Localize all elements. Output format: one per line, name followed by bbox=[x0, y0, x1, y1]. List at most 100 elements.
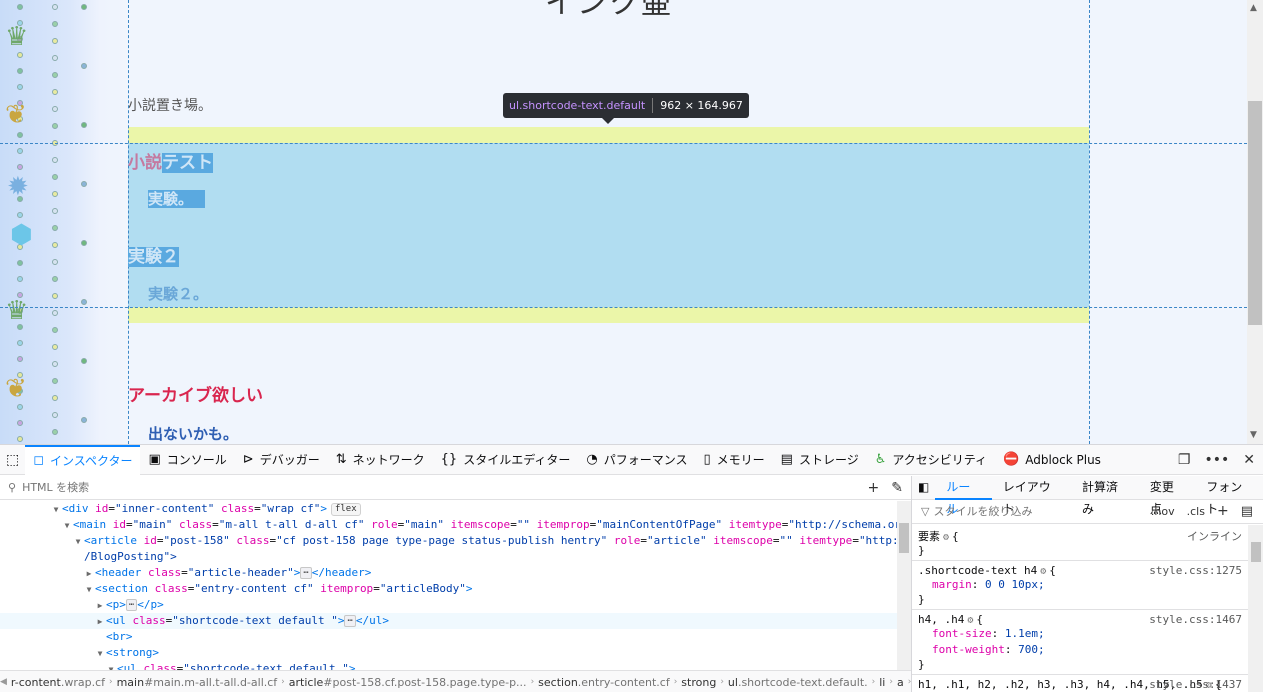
twisty-icon[interactable]: ▼ bbox=[61, 518, 73, 534]
twisty-icon[interactable]: ▼ bbox=[94, 646, 106, 662]
sidebar-tab[interactable]: フォント bbox=[1195, 476, 1263, 516]
markup-node[interactable]: /BlogPosting"> bbox=[0, 549, 897, 565]
tab-storage[interactable]: ▤ ストレージ bbox=[773, 445, 867, 475]
twisty-icon[interactable]: ▶ bbox=[83, 566, 95, 582]
tab-debugger[interactable]: ⊳ デバッガー bbox=[235, 445, 328, 475]
sidebar-tab[interactable]: レイアウト bbox=[992, 476, 1071, 516]
tab-inspector[interactable]: ◻ インスペクター bbox=[25, 444, 141, 475]
style-filter-input[interactable] bbox=[933, 505, 1134, 518]
markup-node[interactable]: ▼ <main id="main" class="m-all t-all d-al… bbox=[0, 517, 897, 533]
bead-decoration bbox=[52, 361, 58, 367]
css-declaration[interactable]: font-weight: 700; bbox=[918, 642, 1242, 658]
tab-style-editor[interactable]: {} スタイルエディター bbox=[433, 445, 579, 475]
scroll-down-icon[interactable]: ▼ bbox=[1250, 430, 1257, 440]
hov-toggle[interactable]: :hov bbox=[1151, 505, 1175, 518]
attr-value: "wrap cf" bbox=[260, 502, 321, 515]
scroll-up-icon[interactable]: ▲ bbox=[1250, 3, 1257, 13]
markup-node[interactable]: ▼ <section class="entry-content cf" itemp… bbox=[0, 581, 897, 597]
add-rule-icon[interactable]: + bbox=[1217, 503, 1229, 519]
highlight-selector-icon[interactable]: ⚙ bbox=[1040, 566, 1046, 577]
markup-node[interactable]: ▼ <strong> bbox=[0, 645, 897, 661]
twisty-icon[interactable]: ▼ bbox=[83, 582, 95, 598]
markup-node[interactable]: ▶ <p> ⋯ </p> bbox=[0, 597, 897, 613]
dock-icon[interactable]: ❐ bbox=[1178, 452, 1191, 468]
inspector-tooltip: ul.shortcode-text.default 962 × 164.967 bbox=[503, 93, 749, 118]
attr-name: class bbox=[132, 614, 166, 627]
css-declaration[interactable]: margin: 0 0 10px; bbox=[918, 577, 1242, 593]
tab-adblock[interactable]: ⛔ Adblock Plus bbox=[995, 445, 1109, 475]
sidebar-tab[interactable]: 計算済み bbox=[1071, 476, 1139, 516]
page-scrollbar[interactable]: ▲ ▼ bbox=[1247, 0, 1263, 444]
attr-name: itemscope bbox=[713, 534, 773, 547]
breadcrumb-item[interactable]: main#main.m-all.t-all.d-all.cf bbox=[113, 676, 282, 689]
markup-node[interactable]: ▶ <ul class="shortcode-text default "> ⋯ </… bbox=[0, 613, 897, 629]
rule-source[interactable]: インライン bbox=[1187, 528, 1242, 544]
rule-source[interactable]: style.css:1467 bbox=[1149, 613, 1242, 626]
breadcrumb-item[interactable]: section.entry-content.cf bbox=[534, 676, 674, 689]
page-scrollbar-thumb[interactable] bbox=[1248, 101, 1262, 325]
twisty-icon[interactable]: ▶ bbox=[94, 598, 106, 614]
highlight-selector-icon[interactable]: ⚙ bbox=[943, 532, 949, 543]
sidebar-tab[interactable]: 変更点 bbox=[1139, 476, 1195, 516]
markup-node[interactable]: <br> bbox=[0, 629, 897, 645]
rule-source[interactable]: style.css:1437 bbox=[1149, 678, 1242, 691]
item-title[interactable]: アーカイブ欲しい bbox=[128, 381, 263, 406]
breadcrumb-item[interactable]: article#post-158.cf.post-158.page.type-p… bbox=[285, 676, 531, 689]
highlight-selector-icon[interactable]: ⚙ bbox=[967, 615, 973, 626]
css-declaration[interactable]: font-size: 1.1em; bbox=[918, 626, 1242, 642]
html-search-input[interactable] bbox=[22, 481, 723, 494]
eyedropper-icon[interactable]: ✎ bbox=[891, 480, 903, 496]
tab-memory[interactable]: ▯ メモリー bbox=[695, 445, 772, 475]
toggle-sidebar-icon[interactable]: ◧ bbox=[912, 476, 935, 500]
breadcrumb-item[interactable]: r-content.wrap.cf bbox=[7, 676, 109, 689]
tab-label: パフォーマンス bbox=[603, 453, 688, 467]
breadcrumb-item[interactable]: li bbox=[875, 676, 889, 689]
attr-name: class bbox=[154, 582, 188, 595]
tab-performance[interactable]: ◔ パフォーマンス bbox=[578, 445, 695, 475]
guide-line-right bbox=[1089, 0, 1090, 444]
markup-node[interactable]: ▼ <article id="post-158" class="cf post-1… bbox=[0, 533, 897, 549]
add-node-icon[interactable]: + bbox=[868, 480, 880, 496]
rule-source[interactable]: style.css:1275 bbox=[1149, 564, 1242, 577]
css-rule[interactable]: .shortcode-text h4 ⚙{style.css:1275 margin… bbox=[912, 561, 1248, 610]
sidebar-tab[interactable]: ルール bbox=[935, 476, 992, 516]
tag-end: </p> bbox=[137, 598, 164, 611]
bead-decoration bbox=[81, 63, 87, 69]
collapsed-children-button[interactable]: ⋯ bbox=[344, 615, 356, 627]
collapsed-children-button[interactable]: ⋯ bbox=[125, 599, 138, 611]
collapsed-children-button[interactable]: ⋯ bbox=[300, 567, 312, 579]
markup-node[interactable]: ▼ <div id="inner-content" class="wrap cf"… bbox=[0, 501, 897, 517]
markup-scrollbar[interactable] bbox=[897, 501, 911, 671]
tab-accessibility[interactable]: ♿ アクセシビリティ bbox=[867, 445, 995, 475]
breadcrumb-tag: section bbox=[538, 675, 578, 689]
markup-scrollbar-thumb[interactable] bbox=[899, 523, 909, 553]
highlight-padding-top bbox=[128, 127, 1089, 143]
breadcrumb-item[interactable]: strong bbox=[677, 676, 720, 689]
twisty-icon[interactable]: ▶ bbox=[94, 614, 106, 630]
rules-scrollbar[interactable] bbox=[1248, 525, 1263, 692]
twisty-icon[interactable]: ▼ bbox=[50, 502, 62, 518]
css-rule[interactable]: 要素 ⚙{インライン} bbox=[912, 525, 1248, 561]
attr-name: role bbox=[613, 534, 641, 547]
breadcrumb-scroll-left-icon[interactable]: ◀ bbox=[0, 677, 7, 687]
flex-badge[interactable]: flex bbox=[330, 502, 361, 516]
breadcrumb-item[interactable]: a bbox=[893, 676, 908, 689]
item-title[interactable]: 小説テスト bbox=[128, 148, 213, 173]
breadcrumb-item[interactable]: ul.shortcode-text.default. bbox=[724, 676, 872, 689]
close-icon[interactable]: ✕ bbox=[1243, 452, 1255, 468]
tag-open: <p bbox=[106, 598, 120, 611]
twisty-icon[interactable]: ▼ bbox=[72, 534, 84, 550]
intro-text: 小説置き場。 bbox=[128, 98, 212, 114]
property-name: font-size bbox=[932, 627, 992, 640]
rules-scrollbar-thumb[interactable] bbox=[1251, 542, 1261, 562]
cls-toggle[interactable]: .cls bbox=[1187, 505, 1205, 518]
more-options-icon[interactable]: ••• bbox=[1204, 452, 1229, 468]
print-icon[interactable]: ▤ bbox=[1241, 504, 1253, 519]
css-rule[interactable]: h1, .h1, h2, .h2, h3, .h3, h4, .h4, h5, … bbox=[912, 675, 1248, 692]
pick-element-button[interactable]: ⬚ bbox=[0, 445, 25, 475]
item-title[interactable]: 実験２ bbox=[128, 242, 179, 267]
tab-console[interactable]: ▣ コンソール bbox=[140, 445, 234, 475]
tab-network[interactable]: ⇅ ネットワーク bbox=[328, 445, 433, 475]
css-rule[interactable]: h4, .h4 ⚙{style.css:1467 font-size: 1.1em;… bbox=[912, 610, 1248, 675]
markup-node[interactable]: ▶ <header class="article-header"> ⋯ </heade… bbox=[0, 565, 897, 581]
